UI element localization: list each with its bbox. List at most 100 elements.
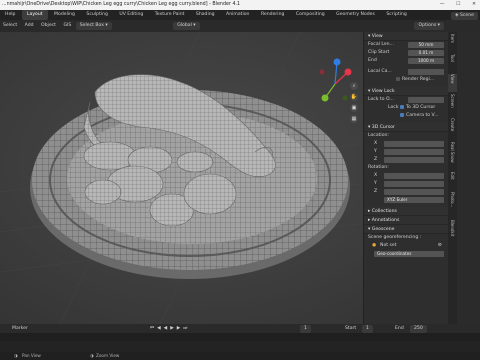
- status-pan-view: Pan View: [22, 353, 41, 358]
- location-label: Location:: [368, 133, 389, 138]
- lock-to-object-field[interactable]: [408, 97, 444, 103]
- select-box-dropdown[interactable]: Select Box ▾: [75, 22, 112, 30]
- scene-georef-label: Scene georeferencing :: [368, 235, 422, 240]
- timeline-header: Marker ⏮◀◀▶▶⏭ 1 Start 1 End 250: [0, 324, 480, 333]
- annotations-section-title: Annotations: [371, 218, 400, 223]
- camera-to-view-checkbox[interactable]: [400, 112, 404, 117]
- tab-sculpting[interactable]: Sculpting: [81, 10, 112, 20]
- camera-view-icon[interactable]: ▣: [350, 104, 358, 112]
- gizmo-neg-x-axis[interactable]: [319, 69, 325, 75]
- select-box-label: Select Box: [79, 23, 104, 28]
- menu-add[interactable]: Add: [22, 20, 37, 32]
- minimize-button[interactable]: —: [440, 2, 445, 7]
- tab-view[interactable]: View: [448, 74, 457, 92]
- render-region-checkbox[interactable]: [396, 76, 400, 81]
- sidebar-tabs: Item Tool View Screen Create Real Snow E…: [448, 32, 457, 324]
- transform-orientation-dropdown[interactable]: Global ▾: [173, 22, 200, 30]
- tab-shading[interactable]: Shading: [191, 10, 220, 20]
- menu-marker[interactable]: Marker: [12, 326, 28, 331]
- tab-scripting[interactable]: Scripting: [381, 10, 411, 20]
- crs-status: Not set: [380, 243, 397, 248]
- gizmo-y-axis[interactable]: [321, 94, 329, 102]
- cursor-loc-z-label: Z: [374, 157, 378, 162]
- options-dropdown[interactable]: Options ▾: [414, 22, 444, 30]
- tab-edit[interactable]: Edit: [448, 172, 457, 190]
- cursor-loc-z-field[interactable]: [384, 157, 444, 163]
- timeline-ruler[interactable]: [0, 333, 480, 341]
- status-bar: ◑ Pan View ◑ Zoom View: [0, 352, 480, 360]
- tab-animation[interactable]: Animation: [221, 10, 254, 20]
- start-frame-field[interactable]: 1: [362, 324, 373, 333]
- pan-view-icon[interactable]: ✋: [350, 93, 358, 101]
- current-frame-field[interactable]: 1: [300, 324, 311, 333]
- rotation-mode-dropdown[interactable]: XYZ Euler: [384, 197, 444, 203]
- clip-start-field[interactable]: 0.01 m: [408, 50, 444, 56]
- annotations-section-header[interactable]: ▸ Annotations: [364, 216, 448, 225]
- transform-orientation-label: Global: [177, 23, 192, 28]
- status-zoom-view: Zoom View: [96, 353, 120, 358]
- focal-length-label: Focal Len...: [368, 42, 394, 47]
- cursor-loc-y-field[interactable]: [384, 149, 444, 155]
- playback-controls[interactable]: ⏮◀◀▶▶⏭: [150, 324, 190, 333]
- clip-end-field[interactable]: 1000 m: [408, 58, 444, 64]
- tab-texture-paint[interactable]: Texture Paint: [150, 10, 190, 20]
- collections-section-header[interactable]: ▸ Collections: [364, 207, 448, 216]
- local-camera-field[interactable]: [408, 69, 444, 75]
- menu-object[interactable]: Object: [38, 20, 59, 32]
- tab-modeling[interactable]: Modeling: [49, 10, 80, 20]
- geoscene-section-title: Geoscene: [371, 227, 395, 232]
- tab-uv-editing[interactable]: UV Editing: [114, 10, 148, 20]
- to-3d-cursor-checkbox[interactable]: [400, 104, 404, 109]
- tab-rendering[interactable]: Rendering: [256, 10, 289, 20]
- tab-compositing[interactable]: Compositing: [291, 10, 330, 20]
- tab-layout[interactable]: Layout: [21, 10, 48, 20]
- tab-item[interactable]: Item: [448, 34, 457, 52]
- clip-start-label: Clip Start: [368, 50, 390, 55]
- mouse-wheel-icon: ◑: [90, 353, 94, 358]
- view-section-title: View: [371, 34, 383, 39]
- crs-icon: ●: [372, 243, 377, 248]
- lock-to-object-label: Lock to O...: [368, 97, 394, 102]
- mouse-middle-icon: ◑: [14, 353, 18, 358]
- gizmo-z-axis[interactable]: [333, 58, 341, 66]
- view-lock-section-header[interactable]: ▾ View Lock: [364, 87, 448, 96]
- camera-to-view-label: Camera to V...: [406, 113, 439, 118]
- cursor-section-header[interactable]: ▾ 3D Cursor: [364, 123, 448, 132]
- menu-select[interactable]: Select: [0, 20, 20, 32]
- menu-gis[interactable]: GIS: [60, 20, 74, 32]
- geo-coordinates-button[interactable]: Geo-coordinates: [374, 251, 444, 257]
- cursor-rot-x-field[interactable]: [384, 173, 444, 179]
- scene-selector[interactable]: ◈ Scene: [450, 10, 478, 20]
- end-frame-field[interactable]: 250: [410, 324, 427, 333]
- view-section-header[interactable]: ▾ View: [364, 32, 448, 41]
- maximize-button[interactable]: ☐: [456, 2, 460, 7]
- tab-tool[interactable]: Tool: [448, 54, 457, 72]
- geoscene-section-header[interactable]: ▾ Geoscene: [364, 225, 448, 234]
- cursor-loc-x-field[interactable]: [384, 141, 444, 147]
- tab-real-snow[interactable]: Real Snow: [448, 142, 457, 170]
- tab-create[interactable]: Create: [448, 118, 457, 140]
- lock-label: Lock: [388, 105, 399, 110]
- crs-settings-icon[interactable]: ⚙: [438, 242, 442, 250]
- tab-photo[interactable]: Photo...: [448, 192, 457, 218]
- window-titlebar: ...nmahijr\OneDrive\Desktop\WIP\Chicken …: [0, 0, 480, 10]
- gizmo-neg-y-axis[interactable]: [342, 95, 348, 101]
- tab-geometry-nodes[interactable]: Geometry Nodes: [331, 10, 380, 20]
- window-title: ...nmahijr\OneDrive\Desktop\WIP\Chicken …: [2, 2, 241, 7]
- start-label: Start: [345, 326, 357, 331]
- workspace-tabs-bar: Help Layout Modeling Sculpting UV Editin…: [0, 10, 480, 20]
- cursor-loc-y-label: Y: [374, 149, 377, 154]
- tab-screen[interactable]: Screen: [448, 94, 457, 116]
- ortho-toggle-icon[interactable]: ▦: [350, 115, 358, 123]
- zoom-view-icon[interactable]: ⌕: [350, 82, 358, 90]
- properties-editor-strip[interactable]: [457, 32, 480, 324]
- cursor-rot-z-field[interactable]: [384, 189, 444, 195]
- menu-help[interactable]: Help: [0, 10, 20, 20]
- cursor-rot-y-field[interactable]: [384, 181, 444, 187]
- close-button[interactable]: ✕: [472, 2, 476, 7]
- tab-blendkit[interactable]: Blendkit: [448, 220, 457, 246]
- rotation-label: Rotation:: [368, 165, 389, 170]
- focal-length-field[interactable]: 50 mm: [408, 42, 444, 48]
- to-3d-cursor-label: To 3D Cursor: [406, 105, 436, 110]
- gizmo-x-axis[interactable]: [344, 68, 352, 76]
